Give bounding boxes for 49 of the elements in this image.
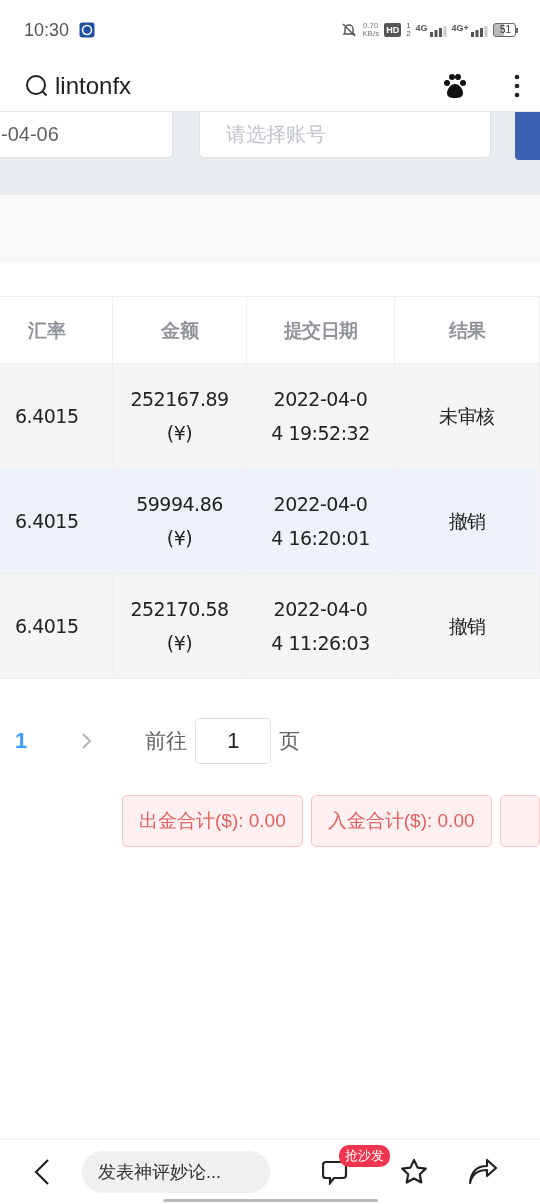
table-cell-text: 2022-04-0 4 16:20:01 bbox=[271, 492, 370, 551]
table-cell-text: 6.4015 bbox=[15, 404, 79, 429]
network-speed-unit: KB/s bbox=[362, 30, 380, 38]
paw-icon[interactable] bbox=[442, 72, 468, 99]
goto-label: 前往 bbox=[145, 728, 188, 754]
battery-level: 51 bbox=[492, 23, 516, 37]
network-type: 4G bbox=[415, 23, 428, 33]
table-cell-text: 未审核 bbox=[439, 404, 495, 429]
account-select-field[interactable]: 请选择账号 bbox=[199, 112, 491, 158]
signal-icon bbox=[469, 23, 488, 37]
table-cell-text: 撤销 bbox=[448, 509, 486, 534]
signal-icon bbox=[428, 23, 447, 37]
sim-number: 2 bbox=[406, 30, 411, 38]
bell-muted-icon bbox=[341, 22, 358, 38]
app-notification-icon bbox=[79, 22, 96, 38]
network-type: 4G+ bbox=[451, 23, 469, 33]
search-icon[interactable] bbox=[25, 73, 49, 98]
star-icon[interactable] bbox=[400, 1158, 428, 1186]
summary-tag bbox=[499, 795, 540, 847]
page-unit-label: 页 bbox=[279, 728, 301, 754]
table-cell-text: 6.4015 bbox=[15, 509, 79, 534]
table-cell-text: 252170.58 (¥) bbox=[130, 597, 229, 656]
network-speed: 0.70 bbox=[362, 22, 379, 30]
column-header: 结果 bbox=[395, 297, 540, 363]
sim-number: 1 bbox=[406, 22, 411, 30]
summary-tag: 入金合计($): 0.00 bbox=[310, 795, 492, 847]
comment-badge: 抢沙发 bbox=[339, 1145, 390, 1167]
column-header: 汇率 bbox=[0, 297, 113, 363]
column-header: 金额 bbox=[113, 297, 247, 363]
back-icon[interactable] bbox=[34, 1159, 50, 1185]
column-header: 提交日期 bbox=[247, 297, 395, 363]
table-cell-text: 2022-04-0 4 19:52:32 bbox=[271, 387, 370, 446]
search-query[interactable]: lintonfx bbox=[55, 71, 442, 100]
clock-time: 10:30 bbox=[24, 19, 70, 41]
table-cell-text: 59994.86 (¥) bbox=[136, 492, 223, 551]
share-icon[interactable] bbox=[468, 1159, 498, 1185]
date-field[interactable]: -04-06 bbox=[0, 112, 173, 158]
table-row[interactable]: 6.4015 252170.58 (¥) 2022-04-0 4 11:26:03 撤销 bbox=[0, 574, 540, 679]
table-cell-text: 6.4015 bbox=[15, 614, 79, 639]
comment-field[interactable]: 发表神评妙论... bbox=[82, 1151, 270, 1193]
more-menu-icon[interactable] bbox=[514, 73, 520, 98]
table-row[interactable]: 6.4015 59994.86 (¥) 2022-04-0 4 16:20:01 撤销 bbox=[0, 469, 540, 574]
summary-tag: 出金合计($): 0.00 bbox=[122, 795, 303, 847]
table-row[interactable]: 6.4015 252167.89 (¥) 2022-04-0 4 19:52:32 未审核 bbox=[0, 364, 540, 469]
table-cell-text: 252167.89 (¥) bbox=[130, 387, 229, 446]
hd-badge: HD bbox=[384, 23, 402, 37]
table-cell-text: 撤销 bbox=[448, 614, 486, 639]
page-input[interactable]: 1 bbox=[195, 718, 272, 764]
table-cell-text: 2022-04-0 4 11:26:03 bbox=[271, 597, 370, 656]
